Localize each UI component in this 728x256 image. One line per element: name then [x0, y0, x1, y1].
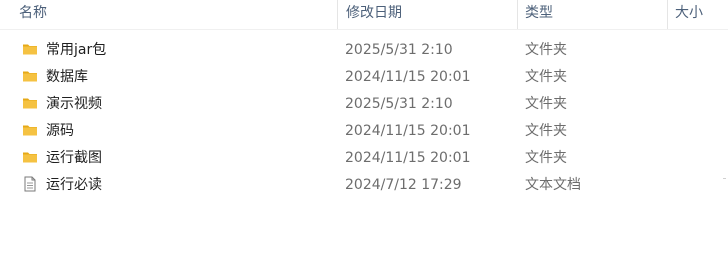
file-name: 运行截图 — [46, 150, 102, 166]
file-type: 文件夹 — [525, 42, 567, 58]
file-type: 文件夹 — [525, 69, 567, 85]
file-name: 源码 — [46, 123, 74, 139]
file-row[interactable]: 常用jar包 2025/5/31 2:10 文件夹 — [0, 37, 728, 64]
scroll-edge-mark — [723, 178, 726, 179]
column-header-name-label: 名称 — [19, 5, 47, 21]
column-header-size-label: 大小 — [675, 5, 703, 21]
file-row[interactable]: 运行必读 2024/7/12 17:29 文本文档 — [0, 172, 728, 199]
file-type: 文件夹 — [525, 150, 567, 166]
folder-icon — [22, 148, 38, 164]
column-header-size[interactable]: 大小 — [675, 0, 703, 29]
file-type: 文件夹 — [525, 96, 567, 112]
folder-icon — [22, 94, 38, 110]
column-header-bar: 名称 ⌃ 修改日期 类型 大小 — [0, 0, 728, 30]
column-header-type-label: 类型 — [525, 5, 553, 21]
file-modified-date: 2024/11/15 20:01 — [345, 123, 471, 139]
file-name-cell[interactable]: 演示视频 — [22, 91, 102, 118]
file-name: 常用jar包 — [46, 42, 107, 58]
file-modified-date: 2024/11/15 20:01 — [345, 150, 471, 166]
column-divider[interactable] — [337, 0, 338, 29]
file-name: 数据库 — [46, 69, 88, 85]
column-divider[interactable] — [517, 0, 518, 29]
file-type: 文本文档 — [525, 177, 581, 193]
column-header-modified-label: 修改日期 — [346, 5, 402, 21]
file-name: 演示视频 — [46, 96, 102, 112]
column-divider[interactable] — [667, 0, 668, 29]
file-name-cell[interactable]: 源码 — [22, 118, 74, 145]
file-name-cell[interactable]: 运行截图 — [22, 145, 102, 172]
file-name-cell[interactable]: 数据库 — [22, 64, 88, 91]
file-name-cell[interactable]: 常用jar包 — [22, 37, 106, 64]
file-row[interactable]: 数据库 2024/11/15 20:01 文件夹 — [0, 64, 728, 91]
sort-ascending-icon: ⌃ — [170, 0, 179, 6]
folder-icon — [22, 40, 38, 56]
text-document-icon — [22, 175, 38, 192]
file-name: 运行必读 — [46, 177, 102, 193]
folder-icon — [22, 67, 38, 83]
file-modified-date: 2024/7/12 17:29 — [345, 177, 462, 193]
file-row[interactable]: 运行截图 2024/11/15 20:01 文件夹 — [0, 145, 728, 172]
file-rows: 常用jar包 2025/5/31 2:10 文件夹 数据库 2024/11/15 20:… — [0, 37, 728, 199]
column-header-modified[interactable]: 修改日期 — [346, 0, 402, 29]
file-row[interactable]: 源码 2024/11/15 20:01 文件夹 — [0, 118, 728, 145]
file-modified-date: 2025/5/31 2:10 — [345, 96, 453, 112]
file-name-cell[interactable]: 运行必读 — [22, 172, 102, 199]
file-row[interactable]: 演示视频 2025/5/31 2:10 文件夹 — [0, 91, 728, 118]
column-header-name[interactable]: 名称 — [19, 0, 47, 29]
folder-icon — [22, 121, 38, 137]
column-header-type[interactable]: 类型 — [525, 0, 553, 29]
file-type: 文件夹 — [525, 123, 567, 139]
file-list-view: 名称 ⌃ 修改日期 类型 大小 常用jar包 2025/5/31 2:10 文件夹数… — [0, 0, 728, 256]
file-modified-date: 2024/11/15 20:01 — [345, 69, 471, 85]
file-modified-date: 2025/5/31 2:10 — [345, 42, 453, 58]
